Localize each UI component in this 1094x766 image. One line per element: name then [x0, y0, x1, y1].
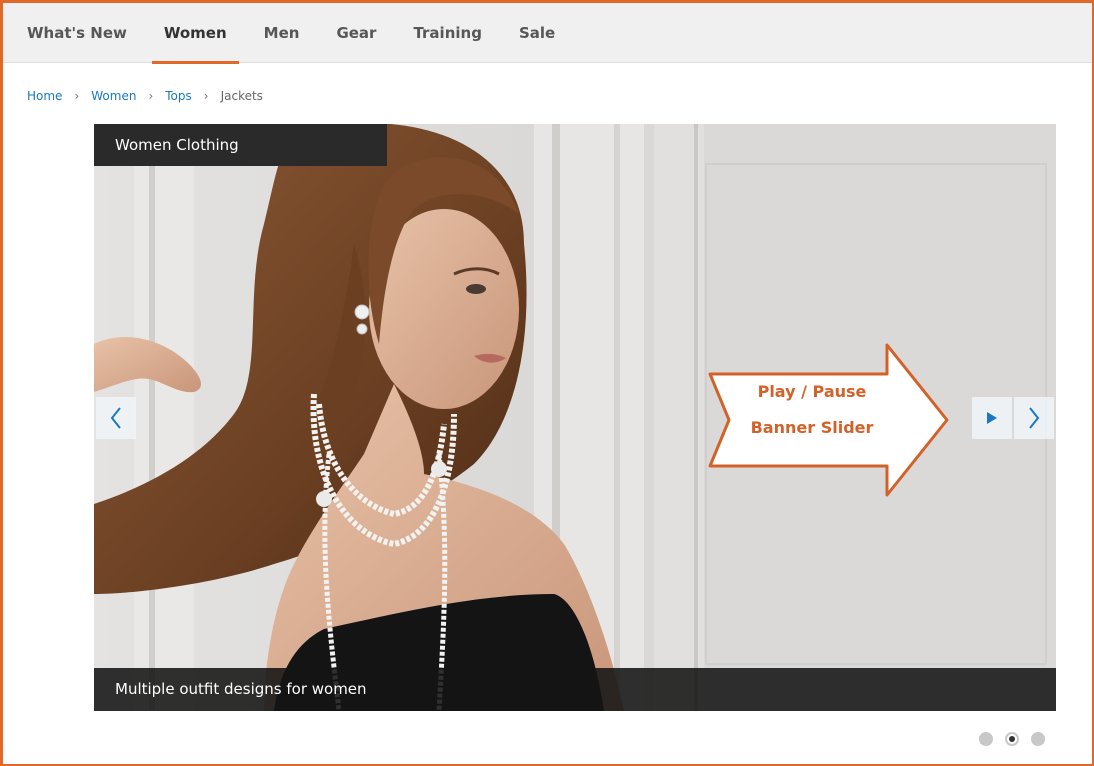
breadcrumb-tops[interactable]: Tops: [165, 89, 192, 103]
nav-item-men[interactable]: Men: [264, 3, 300, 63]
slider-next-button[interactable]: [1014, 397, 1054, 439]
breadcrumb-separator: ›: [148, 89, 154, 103]
annotation-line-1: Play / Pause: [757, 382, 867, 401]
breadcrumb-separator: ›: [203, 89, 209, 103]
chevron-right-icon: [1029, 407, 1040, 429]
breadcrumb-women[interactable]: Women: [91, 89, 136, 103]
play-pause-annotation: Play / Pause Banner Slider: [707, 342, 952, 498]
nav-item-women[interactable]: Women: [151, 3, 239, 64]
nav-item-gear[interactable]: Gear: [336, 3, 376, 63]
slider-play-pause-button[interactable]: [972, 397, 1012, 439]
chevron-left-icon: [110, 407, 121, 429]
slider-prev-button[interactable]: [96, 397, 136, 439]
annotation-line-2: Banner Slider: [750, 418, 874, 437]
slider-pagination: [979, 732, 1045, 746]
main-navigation: What's New Women Men Gear Training Sale: [3, 3, 1092, 64]
nav-item-training[interactable]: Training: [413, 3, 481, 63]
breadcrumb-home[interactable]: Home: [27, 89, 62, 103]
page-frame: What's New Women Men Gear Training Sale …: [0, 0, 1094, 766]
play-icon: [987, 412, 997, 424]
slider-dot-3[interactable]: [1031, 732, 1045, 746]
banner-slider: Women Clothing Multiple outfit designs f…: [94, 124, 1056, 711]
breadcrumb: Home › Women › Tops › Jackets: [27, 89, 263, 103]
slide-title: Women Clothing: [94, 124, 387, 166]
slide-caption: Multiple outfit designs for women: [94, 668, 1056, 711]
breadcrumb-separator: ›: [74, 89, 80, 103]
slider-dot-2[interactable]: [1005, 732, 1019, 746]
nav-item-sale[interactable]: Sale: [519, 3, 555, 63]
slider-dot-1[interactable]: [979, 732, 993, 746]
breadcrumb-current: Jackets: [220, 89, 263, 103]
nav-item-whats-new[interactable]: What's New: [27, 3, 127, 63]
